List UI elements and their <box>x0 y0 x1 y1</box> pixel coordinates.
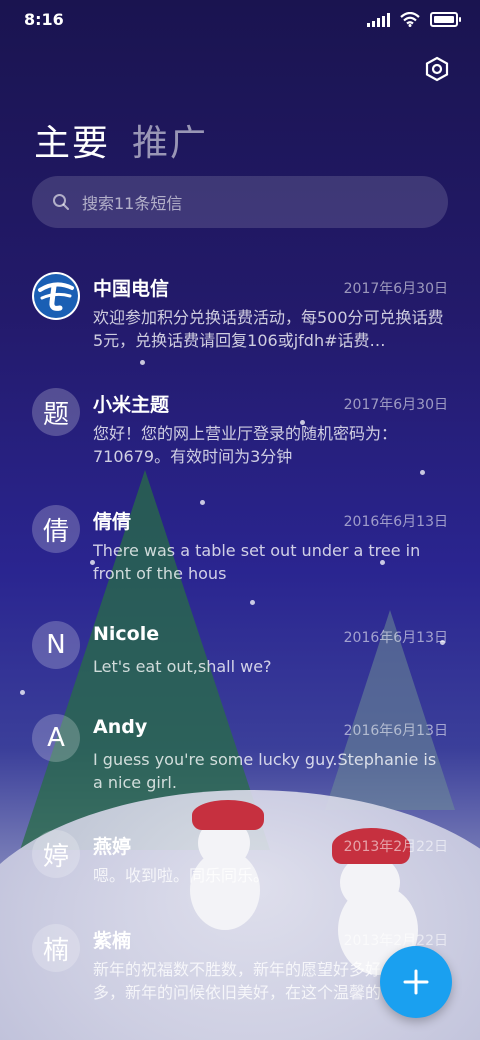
message-item[interactable]: 婷 燕婷 2013年2月22日 嗯。收到啦。同乐同乐。 <box>0 830 480 900</box>
battery-icon <box>430 12 461 27</box>
message-item[interactable]: 中国电信 2017年6月30日 欢迎参加积分兑换话费活动，每500分可兑换话费5… <box>0 272 480 362</box>
avatar <box>32 272 80 320</box>
message-date: 2013年2月22日 <box>343 933 448 949</box>
message-item[interactable]: 倩 倩倩 2016年6月13日 There was a table set ou… <box>0 505 480 595</box>
search-icon <box>53 194 69 210</box>
search-placeholder: 搜索11条短信 <box>82 194 183 213</box>
avatar: A <box>32 714 80 762</box>
tab-primary[interactable]: 主要 <box>34 114 110 166</box>
message-preview: I guess you're some lucky guy.Stephanie … <box>93 750 437 792</box>
message-tabs: 主要 推广 <box>34 114 208 166</box>
sender-name: Nicole <box>93 623 160 645</box>
status-bar: 8:16 <box>0 0 480 40</box>
santa-hat-left <box>192 800 264 830</box>
message-preview: 嗯。收到啦。同乐同乐。 <box>93 866 270 885</box>
avatar: N <box>32 621 80 669</box>
message-preview: 欢迎参加积分兑换话费活动，每500分可兑换话费5元，兑换话费请回复106或jfd… <box>93 308 444 350</box>
status-time: 8:16 <box>24 10 64 29</box>
message-preview: 您好！您的网上营业厅登录的随机密码为：710679。有效时间为3分钟 <box>93 424 398 466</box>
message-date: 2016年6月13日 <box>343 630 448 646</box>
cellular-signal-icon <box>367 12 390 27</box>
message-preview: 新年的祝福数不胜数，新年的愿望好多好多，新年的问候依旧美好，在这个温馨的时 <box>93 960 382 1002</box>
avatar: 倩 <box>32 505 80 553</box>
avatar: 题 <box>32 388 80 436</box>
message-item[interactable]: A Andy 2016年6月13日 I guess you're some lu… <box>0 714 480 804</box>
sender-name: 小米主题 <box>93 394 170 416</box>
compose-button[interactable] <box>380 946 452 1018</box>
plus-icon <box>403 969 429 995</box>
sender-name: Andy <box>93 716 148 738</box>
tab-promotions[interactable]: 推广 <box>132 114 208 166</box>
message-item[interactable]: 题 小米主题 2017年6月30日 您好！您的网上营业厅登录的随机密码为：710… <box>0 388 480 478</box>
message-date: 2016年6月13日 <box>343 723 448 739</box>
sender-name: 倩倩 <box>93 511 132 533</box>
hexagon-settings-icon <box>425 56 449 82</box>
message-date: 2017年6月30日 <box>343 281 448 297</box>
sender-name: 燕婷 <box>93 836 132 858</box>
message-preview: Let's eat out,shall we? <box>93 657 272 676</box>
message-item[interactable]: N Nicole 2016年6月13日 Let's eat out,shall … <box>0 621 480 691</box>
message-date: 2016年6月13日 <box>343 514 448 530</box>
wifi-icon <box>400 12 420 27</box>
avatar: 婷 <box>32 830 80 878</box>
message-preview: There was a table set out under a tree i… <box>93 541 421 583</box>
china-telecom-logo <box>34 274 78 318</box>
sender-name: 紫楠 <box>93 930 132 952</box>
settings-button[interactable] <box>420 52 454 86</box>
status-icons <box>367 12 461 27</box>
sender-name: 中国电信 <box>93 278 170 300</box>
message-date: 2017年6月30日 <box>343 397 448 413</box>
avatar: 楠 <box>32 924 80 972</box>
search-bar[interactable]: 搜索11条短信 <box>32 176 448 228</box>
message-date: 2013年2月22日 <box>343 839 448 855</box>
